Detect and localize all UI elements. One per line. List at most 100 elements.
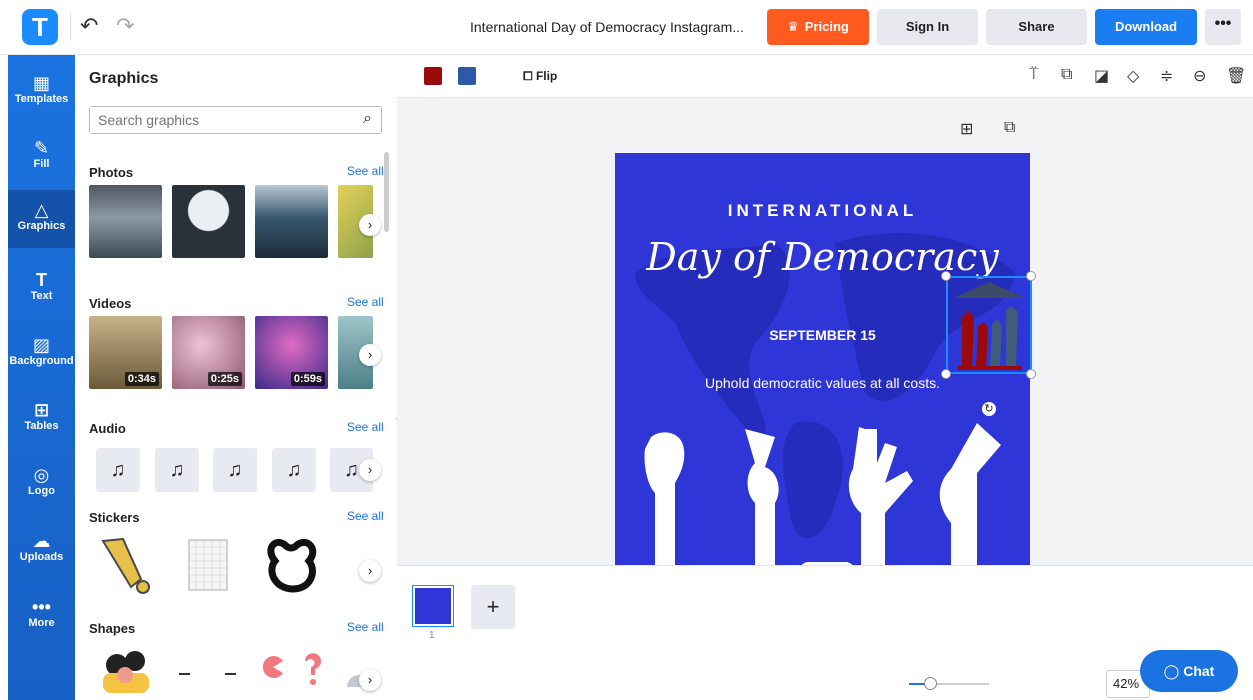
rotate-icon[interactable]: ↻ bbox=[982, 402, 996, 416]
photo-moon-road[interactable] bbox=[172, 185, 245, 258]
copy-page-icon[interactable]: ⧉ bbox=[1004, 119, 1015, 137]
more-options-button[interactable]: ••• bbox=[1205, 9, 1241, 45]
shape-line[interactable] bbox=[225, 673, 236, 675]
share-button[interactable]: Share bbox=[986, 9, 1087, 45]
resize-handle[interactable] bbox=[1026, 369, 1036, 379]
duplicate-icon[interactable]: ⧉ bbox=[1061, 66, 1072, 84]
color-swatch-blue[interactable] bbox=[458, 67, 476, 85]
search-input[interactable] bbox=[90, 107, 340, 133]
chevron-right-icon[interactable]: › bbox=[359, 669, 381, 691]
canvas-script-title[interactable]: Day of Democracy bbox=[615, 235, 1030, 279]
section-title-videos: Videos bbox=[89, 296, 132, 311]
shape-line[interactable] bbox=[179, 673, 190, 675]
photo-stormy-sea[interactable] bbox=[89, 185, 162, 258]
shape-question-mark[interactable] bbox=[301, 651, 325, 687]
nav-item-graphics[interactable]: △ Graphics bbox=[8, 190, 75, 248]
panel-title: Graphics bbox=[89, 70, 159, 87]
video-duration: 0:25s bbox=[207, 372, 242, 386]
add-page-button[interactable]: + bbox=[471, 585, 515, 629]
sticker-exclamation[interactable] bbox=[95, 535, 155, 595]
see-all-stickers-link[interactable]: See all bbox=[347, 509, 384, 523]
flip-label: Flip bbox=[535, 69, 558, 83]
nav-label: Background bbox=[9, 355, 74, 367]
selection-box[interactable] bbox=[946, 276, 1032, 374]
music-note-icon: ♫ bbox=[344, 459, 359, 481]
chevron-right-icon[interactable]: › bbox=[359, 459, 381, 481]
see-all-photos-link[interactable]: See all bbox=[347, 164, 384, 178]
resize-handle[interactable] bbox=[941, 369, 951, 379]
pencil-icon: ✎ bbox=[33, 138, 50, 158]
color-swatch-red[interactable] bbox=[424, 67, 442, 85]
video-forest[interactable]: 0:34s bbox=[89, 316, 162, 389]
canvas-tagline[interactable]: Uphold democratic values at all costs. bbox=[615, 375, 1030, 391]
resize-handle[interactable] bbox=[941, 271, 951, 281]
nav-label: More bbox=[28, 617, 55, 629]
nav-label: Templates bbox=[14, 93, 69, 105]
left-nav: ▦ Templates ✎ Fill △ Graphics T Text ▨ Backgr… bbox=[8, 55, 75, 700]
zoom-slider-knob[interactable] bbox=[924, 677, 937, 690]
chat-button[interactable]: ◯ Chat bbox=[1140, 650, 1238, 692]
add-page-icon[interactable]: ⊞ bbox=[960, 119, 973, 139]
video-duration: 0:34s bbox=[124, 372, 159, 386]
app-logo[interactable]: T bbox=[22, 9, 58, 45]
undo-icon[interactable]: ↶ bbox=[80, 14, 98, 38]
shape-people-illustration[interactable] bbox=[95, 647, 157, 693]
paint-roller-icon[interactable]: ⍡ bbox=[1029, 66, 1039, 84]
page-number: 1 bbox=[429, 630, 435, 641]
download-button[interactable]: Download bbox=[1095, 9, 1197, 45]
video-pink-smoke[interactable]: 0:59s bbox=[255, 316, 328, 389]
sticker-ring-shape[interactable] bbox=[263, 537, 323, 593]
nav-label: Uploads bbox=[19, 551, 64, 563]
nav-item-more[interactable]: ••• More bbox=[8, 587, 75, 645]
nav-item-text[interactable]: T Text bbox=[8, 260, 75, 318]
raised-hands-illustration[interactable] bbox=[615, 423, 1030, 565]
nav-item-templates[interactable]: ▦ Templates bbox=[8, 63, 75, 121]
pricing-button[interactable]: ♛ Pricing bbox=[767, 9, 869, 45]
search-icon[interactable]: ⌕ bbox=[363, 110, 372, 128]
panel-scrollbar[interactable] bbox=[384, 152, 389, 232]
opacity-icon[interactable]: ◇ bbox=[1127, 66, 1139, 86]
templates-icon: ▦ bbox=[32, 73, 50, 93]
document-title[interactable]: International Day of Democracy Instagram… bbox=[470, 19, 744, 35]
chat-label: Chat bbox=[1183, 663, 1215, 679]
see-all-audio-link[interactable]: See all bbox=[347, 420, 384, 434]
canvas-heading[interactable]: INTERNATIONAL bbox=[615, 201, 1030, 221]
pages-bar: 1 + 42% bbox=[397, 565, 1253, 700]
audio-item[interactable]: ♫ bbox=[272, 448, 316, 492]
nav-item-fill[interactable]: ✎ Fill bbox=[8, 128, 75, 186]
flip-button[interactable]: ⧠ Flip bbox=[523, 69, 557, 84]
divider bbox=[70, 13, 71, 41]
photo-coastal-city[interactable] bbox=[255, 185, 328, 258]
link-icon[interactable]: ⊖ bbox=[1193, 66, 1206, 86]
video-cherry-blossom[interactable]: 0:25s bbox=[172, 316, 245, 389]
section-title-shapes: Shapes bbox=[89, 621, 136, 636]
nav-item-uploads[interactable]: ☁ Uploads bbox=[8, 521, 75, 579]
page-thumbnail[interactable] bbox=[412, 585, 454, 627]
background-icon: ▨ bbox=[32, 335, 50, 355]
sign-in-button[interactable]: Sign In bbox=[877, 9, 978, 45]
music-note-icon: ♫ bbox=[286, 459, 302, 481]
align-icon[interactable]: ≑ bbox=[1160, 66, 1173, 86]
delete-icon[interactable]: 🗑 bbox=[1226, 66, 1246, 86]
see-all-videos-link[interactable]: See all bbox=[347, 295, 384, 309]
section-title-photos: Photos bbox=[89, 165, 134, 180]
see-all-shapes-link[interactable]: See all bbox=[347, 620, 384, 634]
audio-item[interactable]: ♫ bbox=[155, 448, 199, 492]
nav-item-logo[interactable]: ◎ Logo bbox=[8, 455, 75, 513]
audio-item[interactable]: ♫ bbox=[96, 448, 140, 492]
nav-item-background[interactable]: ▨ Background bbox=[8, 325, 75, 383]
graphics-panel: Graphics ⌕ Photos See all › Videos See a… bbox=[75, 55, 396, 700]
audio-item[interactable]: ♫ bbox=[213, 448, 257, 492]
sticker-grid-paper[interactable] bbox=[188, 539, 228, 591]
chevron-right-icon[interactable]: › bbox=[359, 344, 381, 366]
logo-icon: ◎ bbox=[33, 465, 50, 485]
shapes-icon: △ bbox=[34, 200, 49, 220]
layer-icon[interactable]: ◪ bbox=[1094, 66, 1109, 86]
element-toolbar: ⧠ Flip ⍡ ⧉ ◪ ◇ ≑ ⊖ 🗑 bbox=[397, 55, 1253, 98]
redo-icon[interactable]: ↷ bbox=[116, 14, 134, 38]
nav-item-tables[interactable]: ⊞ Tables bbox=[8, 390, 75, 448]
shape-pie[interactable] bbox=[261, 655, 285, 679]
chevron-right-icon[interactable]: › bbox=[359, 214, 381, 236]
chevron-right-icon[interactable]: › bbox=[359, 560, 381, 582]
resize-handle[interactable] bbox=[1026, 271, 1036, 281]
